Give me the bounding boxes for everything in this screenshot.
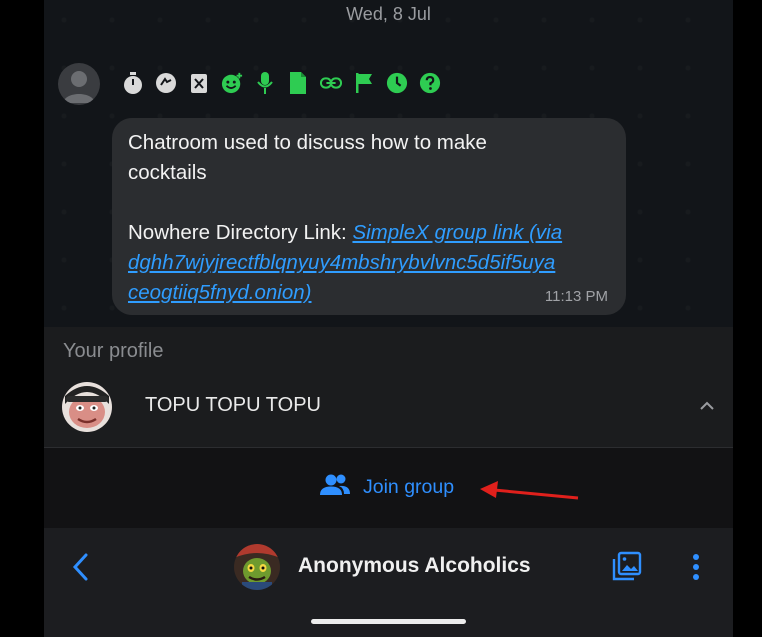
- sender-avatar[interactable]: [58, 63, 100, 105]
- chevron-up-icon[interactable]: [695, 394, 719, 418]
- date-separator: Wed, 8 Jul: [346, 4, 431, 24]
- flag-icon: [353, 71, 375, 95]
- emoji-icon: [221, 71, 243, 95]
- profile-name: TOPU TOPU TOPU: [145, 394, 321, 416]
- annotation-arrow: [478, 478, 582, 507]
- directory-line: Nowhere Directory Link: SimpleX group li…: [128, 218, 618, 248]
- message-line: Chatroom used to discuss how to make: [128, 131, 487, 154]
- chevron-left-icon: [72, 553, 88, 581]
- message-text: Chatroom used to discuss how to make coc…: [128, 128, 618, 308]
- directory-label: Nowhere Directory Link:: [128, 221, 353, 244]
- app-screen: Wed, 8 Jul Chatroom used to discuss how …: [44, 0, 733, 637]
- chat-feature-icons: [122, 71, 441, 95]
- group-icon: [319, 473, 351, 502]
- home-indicator[interactable]: [311, 619, 466, 624]
- join-group-button[interactable]: Join group: [319, 473, 454, 502]
- group-avatar[interactable]: [234, 544, 280, 590]
- back-button[interactable]: [68, 550, 96, 584]
- link-icon: [320, 71, 342, 95]
- message-line: cocktails: [128, 161, 207, 184]
- join-group-label: Join group: [363, 476, 455, 498]
- join-section: Join group: [44, 448, 733, 528]
- profile-heading: Your profile: [63, 340, 164, 362]
- help-icon: [419, 71, 441, 95]
- microphone-icon: [254, 71, 276, 95]
- profile-section: Your profile TOPU TOPU TOPU: [44, 327, 733, 447]
- gallery-icon: [612, 551, 642, 581]
- group-link[interactable]: ceogtiiq5fnyd.onion): [128, 281, 312, 304]
- group-link[interactable]: SimpleX group link (via: [352, 221, 562, 244]
- profile-avatar: [62, 382, 112, 432]
- file-icon: [287, 71, 309, 95]
- profile-selector[interactable]: TOPU TOPU TOPU: [44, 379, 733, 435]
- clock-icon: [386, 71, 408, 95]
- more-vertical-icon: [693, 554, 699, 580]
- group-title[interactable]: Anonymous Alcoholics: [298, 554, 531, 578]
- delete-icon: [188, 71, 210, 95]
- more-options-button[interactable]: [684, 551, 708, 583]
- group-link[interactable]: dghh7wjyjrectfblqnyuy4mbshrybvlvnc5d5if5…: [128, 251, 555, 274]
- chat-header-bar: Anonymous Alcoholics: [44, 528, 733, 637]
- message-timestamp: 11:13 PM: [544, 288, 608, 305]
- timer-icon: [122, 71, 144, 95]
- sync-icon: [155, 71, 177, 95]
- chat-area[interactable]: Wed, 8 Jul Chatroom used to discuss how …: [44, 0, 733, 327]
- gallery-button[interactable]: [612, 551, 642, 581]
- message-bubble[interactable]: Chatroom used to discuss how to make coc…: [112, 118, 626, 315]
